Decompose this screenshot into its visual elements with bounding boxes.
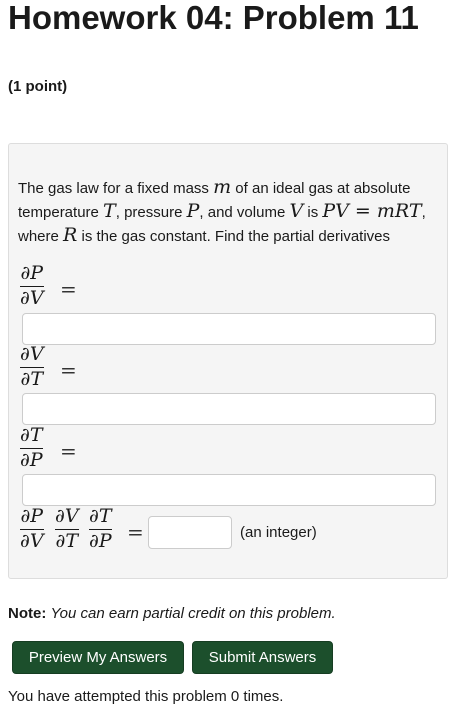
- fraction-numerator: ∂V: [55, 505, 79, 527]
- fraction-numerator: ∂V: [20, 343, 44, 365]
- var-T: T: [103, 200, 116, 222]
- points-label: (1 point): [8, 78, 68, 95]
- fraction-dV-dT: ∂V ∂T: [20, 344, 44, 390]
- fraction-numerator: ∂P: [20, 505, 44, 527]
- submit-answers-button[interactable]: Submit Answers: [192, 641, 333, 674]
- equals-sign: =: [60, 358, 77, 382]
- var-V: V: [289, 200, 304, 222]
- note-text: You can earn partial credit on this prob…: [50, 605, 336, 622]
- equals-sign: =: [60, 277, 77, 301]
- var-P: P: [186, 200, 200, 222]
- fraction-dT-dP: ∂T ∂P: [20, 425, 43, 471]
- fraction-denominator: ∂P: [20, 449, 43, 471]
- equals-sign: =: [127, 520, 144, 544]
- problem-title: Homework 04: Problem 11: [8, 0, 419, 36]
- var-m: m: [213, 176, 232, 198]
- statement-text-5: is: [307, 204, 319, 221]
- problem-statement: The gas law for a fixed mass m of an ide…: [18, 176, 440, 248]
- answer-hint: (an integer): [240, 524, 317, 541]
- fraction-numerator: ∂P: [20, 262, 44, 284]
- fraction-denominator: ∂P: [89, 530, 112, 552]
- var-R: R: [63, 224, 78, 246]
- product-fraction-1: ∂P ∂V: [20, 506, 44, 552]
- statement-text-3: , pressure: [115, 204, 183, 221]
- fraction-numerator: ∂T: [89, 505, 112, 527]
- attempts-message: You have attempted this problem 0 times.: [8, 688, 284, 705]
- partial-credit-note: Note: You can earn partial credit on thi…: [8, 605, 336, 622]
- fraction-denominator: ∂T: [20, 368, 44, 390]
- answer-input-dP-dV[interactable]: [22, 313, 436, 345]
- note-label: Note:: [8, 605, 47, 622]
- product-fraction-2: ∂V ∂T: [55, 506, 79, 552]
- statement-text-4: , and volume: [199, 204, 286, 221]
- answer-input-product[interactable]: [148, 516, 232, 549]
- statement-text-7: is the gas constant. Find the partial de…: [81, 228, 391, 245]
- product-fraction-3: ∂T ∂P: [89, 506, 112, 552]
- fraction-denominator: ∂V: [20, 530, 44, 552]
- fraction-denominator: ∂T: [55, 530, 79, 552]
- fraction-dP-dV: ∂P ∂V: [20, 263, 44, 309]
- fraction-denominator: ∂V: [20, 287, 44, 309]
- fraction-numerator: ∂T: [20, 424, 43, 446]
- answer-input-dT-dP[interactable]: [22, 474, 436, 506]
- answer-input-dV-dT[interactable]: [22, 393, 436, 425]
- preview-answers-button[interactable]: Preview My Answers: [12, 641, 184, 674]
- statement-text-1: The gas law for a fixed mass: [18, 180, 209, 197]
- gas-law-formula: PV = mRT: [322, 200, 422, 222]
- equals-sign: =: [60, 439, 77, 463]
